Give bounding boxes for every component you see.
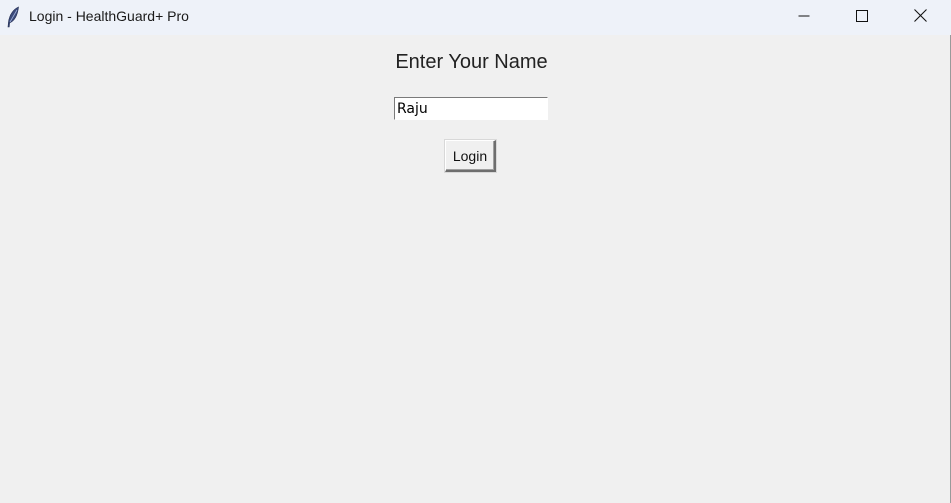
window-content: Enter Your Name Login: [0, 35, 950, 503]
maximize-button[interactable]: [833, 0, 891, 35]
name-input[interactable]: [394, 97, 548, 120]
close-icon: [913, 8, 927, 27]
minimize-icon: [798, 9, 810, 27]
close-button[interactable]: [891, 0, 949, 35]
name-prompt-heading: Enter Your Name: [395, 51, 548, 73]
maximize-icon: [856, 9, 868, 27]
title-bar[interactable]: Login - HealthGuard+ Pro: [0, 0, 951, 35]
minimize-button[interactable]: [775, 0, 833, 35]
feather-icon: [6, 6, 20, 28]
login-button[interactable]: Login: [445, 140, 496, 172]
login-window: Login - HealthGuard+ Pro Enter Your Name…: [0, 0, 951, 503]
window-title: Login - HealthGuard+ Pro: [29, 8, 189, 24]
